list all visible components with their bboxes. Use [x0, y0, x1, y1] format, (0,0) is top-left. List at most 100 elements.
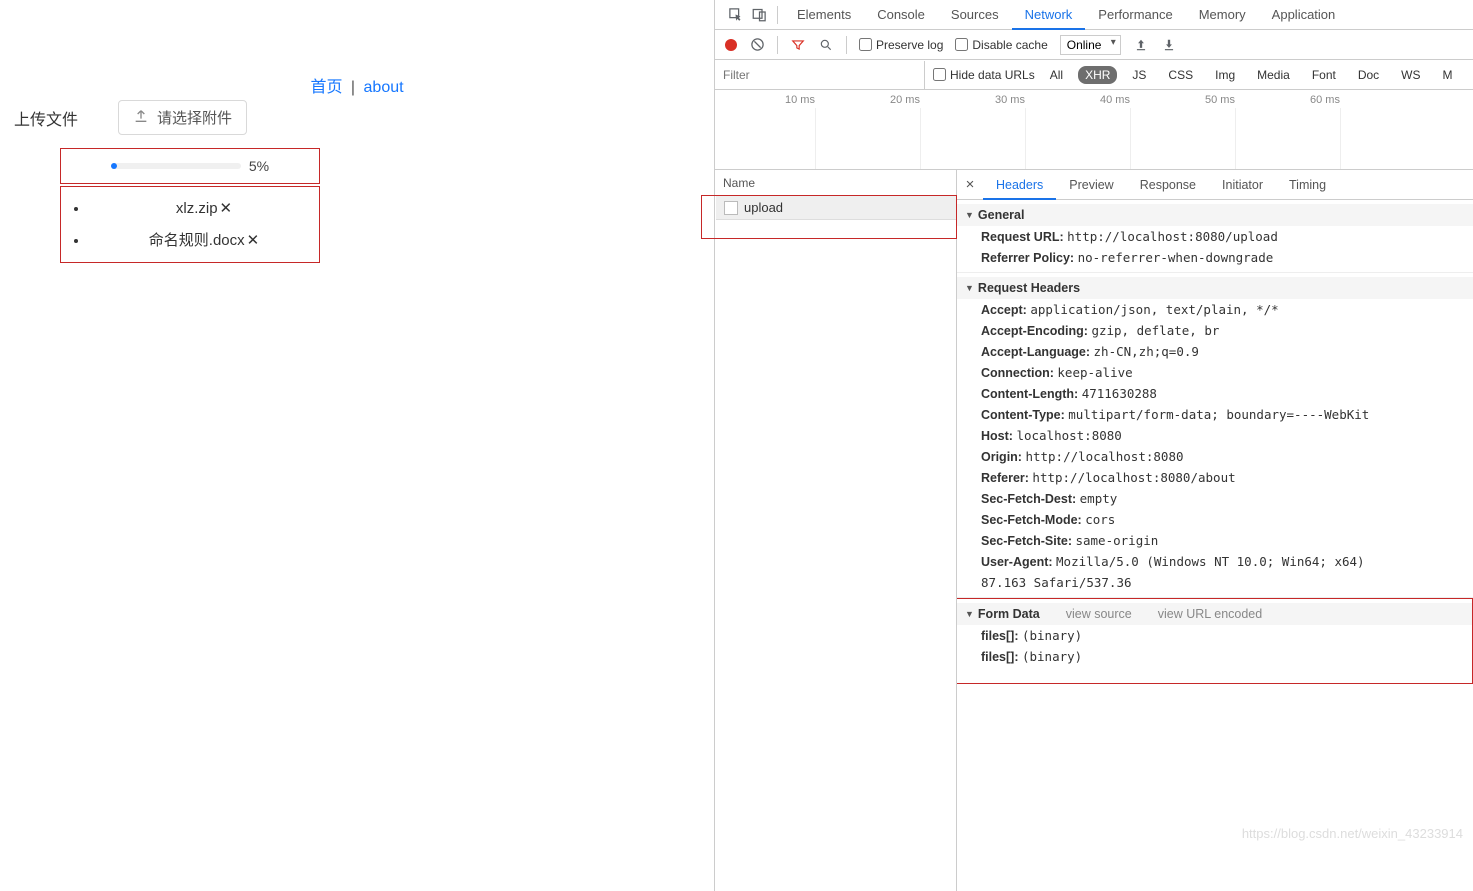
choose-file-button[interactable]: 请选择附件 — [118, 100, 247, 135]
remove-file-icon[interactable]: ✕ — [220, 200, 233, 217]
kv-row: Accept-Language: zh-CN,zh;q=0.9 — [957, 341, 1473, 362]
section-general: ▼General Request URL: http://localhost:8… — [957, 200, 1473, 273]
triangle-down-icon: ▼ — [965, 210, 974, 220]
tab-console[interactable]: Console — [864, 0, 938, 30]
progress-text: 5% — [249, 158, 269, 174]
timeline-tick: 10 ms — [785, 94, 815, 106]
network-filter-bar: Hide data URLs All XHR JS CSS Img Media … — [715, 60, 1473, 90]
close-detail-icon[interactable]: × — [957, 176, 983, 193]
progress-fill — [111, 163, 118, 169]
tab-application[interactable]: Application — [1259, 0, 1349, 30]
request-detail: × Headers Preview Response Initiator Tim… — [957, 170, 1473, 891]
inspect-icon[interactable] — [723, 3, 747, 27]
triangle-down-icon: ▼ — [965, 283, 974, 293]
kv-row: Content-Type: multipart/form-data; bound… — [957, 404, 1473, 425]
file-item: xlz.zip✕ — [89, 193, 319, 223]
filter-chip-css[interactable]: CSS — [1161, 66, 1200, 84]
nav-home-link[interactable]: 首页 — [310, 79, 342, 96]
record-button[interactable] — [725, 39, 737, 51]
timeline-tick: 40 ms — [1100, 94, 1130, 106]
separator — [846, 36, 847, 54]
request-row[interactable]: upload — [716, 196, 956, 220]
network-toolbar: Preserve log Disable cache Online — [715, 30, 1473, 60]
filter-icon[interactable] — [790, 37, 806, 53]
filter-chip-media[interactable]: Media — [1250, 66, 1297, 84]
kv-row: Content-Length: 4711630288 — [957, 383, 1473, 404]
timeline-tick: 20 ms — [890, 94, 920, 106]
progress-track — [111, 163, 241, 169]
upload-row: 上传文件 请选择附件 — [14, 100, 247, 135]
filter-input[interactable] — [715, 61, 925, 89]
tab-sources[interactable]: Sources — [938, 0, 1012, 30]
kv-row: Accept: application/json, text/plain, */… — [957, 299, 1473, 320]
kv-row: Sec-Fetch-Site: same-origin — [957, 530, 1473, 551]
upload-icon — [133, 108, 149, 128]
nav-separator: | — [351, 79, 355, 96]
search-icon[interactable] — [818, 37, 834, 53]
separator — [777, 6, 778, 24]
kv-row: Origin: http://localhost:8080 — [957, 446, 1473, 467]
detail-tabs: × Headers Preview Response Initiator Tim… — [957, 170, 1473, 200]
section-header[interactable]: ▼Form Data view source view URL encoded — [957, 603, 1472, 625]
detail-tab-response[interactable]: Response — [1127, 170, 1209, 200]
disable-cache-checkbox[interactable]: Disable cache — [955, 38, 1047, 52]
tab-performance[interactable]: Performance — [1085, 0, 1185, 30]
request-name: upload — [744, 200, 783, 215]
filter-chip-font[interactable]: Font — [1305, 66, 1343, 84]
request-list: Name upload — [715, 170, 957, 891]
triangle-down-icon: ▼ — [965, 609, 974, 619]
devtools-main-tabs: Elements Console Sources Network Perform… — [715, 0, 1473, 30]
detail-tab-headers[interactable]: Headers — [983, 170, 1056, 200]
page-content: 首页 | about 上传文件 请选择附件 5% xlz.zip✕ 命名规则.d… — [0, 0, 714, 891]
choose-file-label: 请选择附件 — [157, 107, 232, 128]
filter-chip-ws[interactable]: WS — [1394, 66, 1427, 84]
network-body: Name upload × Headers Preview Response I… — [715, 170, 1473, 891]
filter-chip-img[interactable]: Img — [1208, 66, 1242, 84]
filter-chip-js[interactable]: JS — [1125, 66, 1153, 84]
kv-row: 87.163 Safari/537.36 — [957, 572, 1473, 593]
view-source-link[interactable]: view source — [1066, 607, 1132, 621]
kv-row: Host: localhost:8080 — [957, 425, 1473, 446]
separator — [777, 36, 778, 54]
kv-row: Sec-Fetch-Dest: empty — [957, 488, 1473, 509]
kv-row: Referer: http://localhost:8080/about — [957, 467, 1473, 488]
kv-row: files[]: (binary) — [957, 625, 1472, 646]
detail-tab-initiator[interactable]: Initiator — [1209, 170, 1276, 200]
nav-about-link[interactable]: about — [364, 79, 404, 96]
detail-tab-preview[interactable]: Preview — [1056, 170, 1126, 200]
remove-file-icon[interactable]: ✕ — [247, 232, 260, 249]
tab-memory[interactable]: Memory — [1186, 0, 1259, 30]
timeline-tick: 50 ms — [1205, 94, 1235, 106]
preserve-log-checkbox[interactable]: Preserve log — [859, 38, 943, 52]
section-header[interactable]: ▼General — [957, 204, 1473, 226]
view-url-encoded-link[interactable]: view URL encoded — [1158, 607, 1262, 621]
kv-row: Accept-Encoding: gzip, deflate, br — [957, 320, 1473, 341]
tab-elements[interactable]: Elements — [784, 0, 864, 30]
upload-progress: 5% — [60, 148, 320, 184]
document-icon — [724, 201, 738, 215]
section-header[interactable]: ▼Request Headers — [957, 277, 1473, 299]
hide-data-urls-checkbox[interactable]: Hide data URLs — [933, 68, 1035, 82]
detail-tab-timing[interactable]: Timing — [1276, 170, 1339, 200]
section-form-data: ▼Form Data view source view URL encoded … — [957, 599, 1472, 671]
throttling-select[interactable]: Online — [1060, 35, 1121, 55]
kv-row: files[]: (binary) — [957, 646, 1472, 667]
clear-icon[interactable] — [749, 37, 765, 53]
device-toggle-icon[interactable] — [747, 3, 771, 27]
file-name: 命名规则.docx — [149, 232, 245, 249]
network-timeline[interactable]: 10 ms 20 ms 30 ms 40 ms 50 ms 60 ms — [715, 90, 1473, 170]
request-list-header[interactable]: Name — [715, 170, 956, 196]
tab-network[interactable]: Network — [1012, 0, 1086, 30]
filter-chip-xhr[interactable]: XHR — [1078, 66, 1117, 84]
download-har-icon[interactable] — [1161, 37, 1177, 53]
kv-row: Request URL: http://localhost:8080/uploa… — [957, 226, 1473, 247]
upload-label: 上传文件 — [14, 106, 78, 130]
timeline-tick: 60 ms — [1310, 94, 1340, 106]
kv-row: Referrer Policy: no-referrer-when-downgr… — [957, 247, 1473, 268]
filter-chip-doc[interactable]: Doc — [1351, 66, 1386, 84]
upload-har-icon[interactable] — [1133, 37, 1149, 53]
filter-chip-manifest[interactable]: M — [1436, 66, 1460, 84]
kv-row: Sec-Fetch-Mode: cors — [957, 509, 1473, 530]
filter-chip-all[interactable]: All — [1043, 66, 1070, 84]
devtools-panel: Elements Console Sources Network Perform… — [714, 0, 1473, 891]
